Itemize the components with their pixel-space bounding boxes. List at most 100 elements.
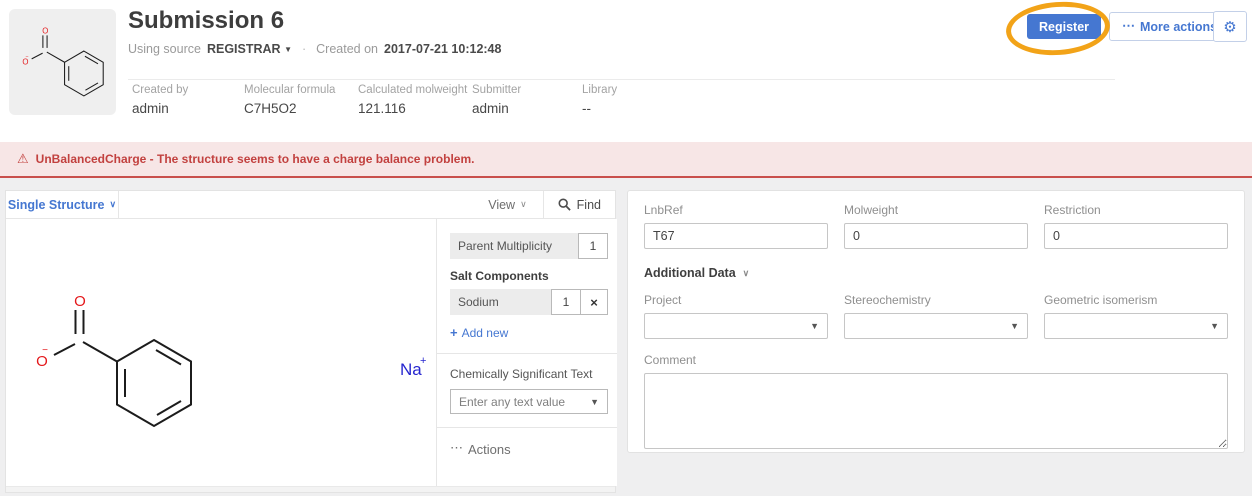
add-new-label: Add new: [462, 326, 509, 340]
comment-label: Comment: [644, 353, 1228, 367]
structure-card: Single Structure ∨ View ∨ Find Na + Pare…: [5, 190, 616, 493]
caret-down-icon: ▼: [1010, 321, 1019, 331]
chevron-down-icon: ∨: [109, 199, 116, 210]
geometric-isomerism-dropdown[interactable]: ▼: [1044, 313, 1228, 339]
meta-label: Library: [582, 84, 617, 96]
gear-icon: ⚙: [1223, 18, 1236, 36]
source-value: REGISTRAR: [207, 42, 281, 56]
more-actions-label: More actions: [1140, 20, 1217, 34]
ellipsis-icon: ⋯: [1122, 18, 1134, 34]
find-button[interactable]: Find: [544, 191, 615, 218]
meta-calculated-molweight: Calculated molweight 121.116: [358, 84, 467, 116]
restriction-input[interactable]: [1044, 223, 1228, 249]
cst-dropdown[interactable]: Enter any text value ▼: [450, 389, 608, 414]
close-icon: ×: [590, 295, 598, 310]
field-project: Project ▼: [644, 293, 828, 339]
created-on-value: 2017-07-21 10:12:48: [384, 42, 501, 56]
components-divider: [437, 353, 617, 354]
field-label: Geometric isomerism: [1044, 293, 1228, 307]
caret-down-icon: ▼: [590, 397, 599, 407]
using-source-label: Using source: [128, 42, 201, 56]
caret-down-icon: ▼: [810, 321, 819, 331]
warning-banner: ⚠ UnBalancedCharge - The structure seems…: [0, 142, 1252, 178]
cst-label: Chemically Significant Text: [450, 367, 608, 381]
field-geometric-isomerism: Geometric isomerism ▼: [1044, 293, 1228, 339]
page-header: Submission 6 Using source REGISTRAR ▼ · …: [0, 0, 1252, 142]
caret-down-icon: ▼: [1210, 321, 1219, 331]
comment-textarea[interactable]: [644, 373, 1228, 449]
field-label: Restriction: [1044, 203, 1228, 217]
structure-toolbar: Single Structure ∨ View ∨ Find: [6, 191, 615, 219]
components-divider: [437, 427, 617, 428]
sodium-cation-label: Na: [400, 360, 422, 379]
field-lnbref: LnbRef: [644, 203, 828, 249]
more-actions-button[interactable]: ⋯ More actions: [1109, 12, 1230, 41]
meta-value: 121.116: [358, 101, 467, 116]
meta-value: admin: [132, 101, 188, 116]
salt-components-heading: Salt Components: [450, 269, 608, 283]
cst-placeholder: Enter any text value: [459, 395, 590, 409]
add-new-link[interactable]: + Add new: [450, 325, 608, 340]
stereochemistry-dropdown[interactable]: ▼: [844, 313, 1028, 339]
meta-molecular-formula: Molecular formula C7H5O2: [244, 84, 335, 116]
remove-salt-button[interactable]: ×: [581, 289, 608, 315]
parent-multiplicity-input[interactable]: [578, 233, 608, 259]
warning-icon: ⚠: [17, 151, 29, 167]
additional-data-label: Additional Data: [644, 266, 736, 280]
chevron-down-icon: ∨: [743, 268, 750, 279]
parent-multiplicity-row: Parent Multiplicity: [450, 233, 608, 259]
register-button[interactable]: Register: [1027, 14, 1101, 39]
meta-created-by: Created by admin: [132, 84, 188, 116]
salt-name-label: Sodium: [450, 289, 551, 315]
header-divider: [128, 79, 1115, 80]
find-label: Find: [577, 198, 601, 212]
field-label: Stereochemistry: [844, 293, 1028, 307]
single-structure-dropdown[interactable]: Single Structure ∨: [6, 191, 119, 218]
structure-thumbnail: [9, 9, 116, 115]
field-molweight: Molweight: [844, 203, 1028, 249]
structure-drawing: Na +: [16, 263, 436, 496]
page-title: Submission 6: [128, 7, 284, 35]
single-structure-label: Single Structure: [8, 198, 105, 212]
chevron-down-icon: ∨: [520, 199, 527, 210]
meta-value: --: [582, 101, 617, 116]
salt-component-row: Sodium ×: [450, 289, 608, 315]
components-panel: Parent Multiplicity Salt Components Sodi…: [436, 219, 617, 486]
meta-label: Created by: [132, 84, 188, 96]
meta-library: Library --: [582, 84, 617, 116]
plus-icon: +: [450, 325, 458, 340]
ellipsis-icon: ⋯: [450, 440, 462, 456]
caret-down-icon: ▼: [284, 45, 292, 54]
actions-label: Actions: [468, 442, 511, 457]
meta-value: admin: [472, 101, 521, 116]
additional-data-toggle[interactable]: Additional Data ∨: [644, 266, 1228, 280]
source-dropdown[interactable]: REGISTRAR ▼: [207, 42, 292, 56]
sodium-charge-label: +: [420, 355, 426, 367]
parent-multiplicity-label: Parent Multiplicity: [450, 233, 578, 259]
field-restriction: Restriction: [1044, 203, 1228, 249]
structure-canvas[interactable]: Na +: [6, 219, 436, 486]
meta-label: Submitter: [472, 84, 521, 96]
field-label: Project: [644, 293, 828, 307]
salt-count-input[interactable]: [551, 289, 581, 315]
molweight-input[interactable]: [844, 223, 1028, 249]
search-icon: [558, 198, 571, 211]
lnbref-input[interactable]: [644, 223, 828, 249]
field-label: Molweight: [844, 203, 1028, 217]
field-label: LnbRef: [644, 203, 828, 217]
meta-submitter: Submitter admin: [472, 84, 521, 116]
structure-thumbnail-drawing: [16, 16, 110, 108]
field-stereochemistry: Stereochemistry ▼: [844, 293, 1028, 339]
canvas-bottom-strip: [6, 486, 615, 492]
meta-value: C7H5O2: [244, 101, 335, 116]
dot-separator: ·: [298, 42, 310, 56]
warning-message: UnBalancedCharge - The structure seems t…: [36, 152, 475, 166]
actions-menu[interactable]: ⋯ Actions: [450, 441, 608, 457]
view-dropdown[interactable]: View ∨: [472, 191, 543, 218]
meta-label: Calculated molweight: [358, 84, 467, 96]
settings-button[interactable]: ⚙: [1213, 11, 1247, 42]
details-form-card: LnbRef Molweight Restriction Additional …: [627, 190, 1245, 453]
toolbar-spacer: [119, 191, 472, 218]
project-dropdown[interactable]: ▼: [644, 313, 828, 339]
view-label: View: [488, 198, 515, 212]
